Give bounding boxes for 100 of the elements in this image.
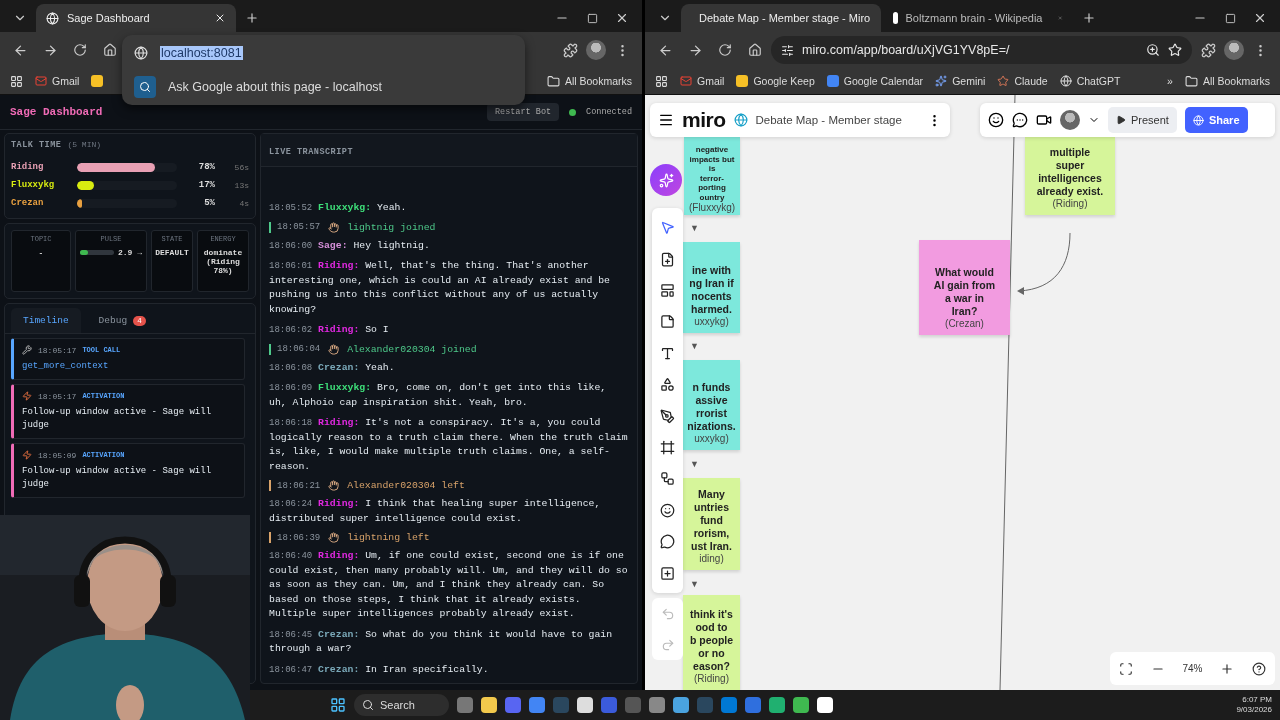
- apps-icon[interactable]: [10, 74, 23, 88]
- app-icon[interactable]: [481, 697, 497, 713]
- new-tab-icon[interactable]: [1082, 11, 1096, 25]
- tab-title: Boltzmann brain - Wikipedia: [905, 12, 1043, 24]
- profile-avatar[interactable]: [586, 40, 606, 60]
- board-title[interactable]: Debate Map - Member stage: [755, 114, 902, 126]
- bookmark-star-icon[interactable]: [1168, 43, 1182, 57]
- address-field[interactable]: miro.com/app/board/uXjVG1YV8pE=/: [771, 36, 1192, 64]
- zoom-in-icon[interactable]: [1220, 661, 1235, 676]
- collapse-marker[interactable]: ▼: [690, 459, 699, 469]
- collapse-marker[interactable]: ▼: [690, 223, 699, 233]
- whiteboard-canvas[interactable]: [645, 95, 1280, 690]
- app-icon[interactable]: [817, 697, 833, 713]
- close-icon[interactable]: [615, 11, 629, 25]
- app-icon[interactable]: [505, 697, 521, 713]
- browser-tab[interactable]: Debate Map - Member stage - Miro: [681, 4, 881, 32]
- app-icon[interactable]: [769, 697, 785, 713]
- template-icon[interactable]: [660, 283, 675, 298]
- maximize-icon[interactable]: [1224, 12, 1236, 24]
- sticky-note[interactable]: think it's ood to b people or no eason? (Riding): [683, 595, 740, 690]
- home-icon[interactable]: [103, 43, 117, 57]
- cursor-icon[interactable]: [660, 220, 675, 236]
- sticky-note[interactable]: multiple super intelligences already exist. (Riding): [1025, 137, 1115, 215]
- app-icon[interactable]: [649, 697, 665, 713]
- bookmark[interactable]: ChatGPT: [1059, 75, 1121, 87]
- extensions-icon[interactable]: [562, 42, 578, 58]
- app-icon[interactable]: [721, 697, 737, 713]
- back-icon[interactable]: [12, 42, 28, 58]
- windows-start-icon[interactable]: [330, 697, 346, 713]
- pen-icon[interactable]: [660, 408, 675, 424]
- camera-icon[interactable]: [1036, 112, 1052, 128]
- sticky-note[interactable]: What would AI gain from a war in Iran? (Crezan): [919, 240, 1010, 335]
- user-avatar[interactable]: [1060, 110, 1080, 130]
- folder-icon: [1184, 74, 1198, 88]
- maximize-icon[interactable]: [586, 12, 598, 24]
- text-icon[interactable]: [660, 345, 675, 361]
- sticker-icon[interactable]: [660, 502, 675, 518]
- forward-icon[interactable]: [687, 42, 703, 58]
- sticky-note[interactable]: negative impacts but is terror- porting ountry (Fluxxykg): [684, 137, 740, 215]
- frame-icon[interactable]: [660, 440, 675, 456]
- address-field[interactable]: localhost:8081: [160, 46, 243, 60]
- sticky-note[interactable]: Many untries fund rorism, ust Iran. iding): [683, 478, 740, 570]
- restart-button[interactable]: Restart Bot: [486, 103, 560, 121]
- comment-icon[interactable]: [660, 534, 675, 550]
- forward-icon[interactable]: [42, 42, 58, 58]
- suggestion-item[interactable]: Ask Google about this page - localhost: [168, 80, 383, 94]
- bookmark[interactable]: Gmail: [680, 75, 725, 87]
- back-icon[interactable]: [657, 42, 673, 58]
- bookmark[interactable]: Google Calendar: [826, 75, 924, 87]
- sticky-note[interactable]: ine with ng Iran if nocents harmed. uxxykg): [683, 242, 740, 333]
- bookmark[interactable]: Google Keep: [736, 75, 815, 87]
- present-button[interactable]: Present: [1108, 107, 1177, 133]
- sticky-note-icon[interactable]: [660, 314, 675, 330]
- close-icon[interactable]: [214, 12, 226, 24]
- new-tab-icon[interactable]: [245, 11, 259, 25]
- app-icon[interactable]: [793, 697, 809, 713]
- panel-tab[interactable]: Timeline: [11, 308, 81, 333]
- app-icon[interactable]: [457, 697, 473, 713]
- help-icon[interactable]: [1252, 661, 1267, 676]
- site-settings-icon[interactable]: [781, 43, 794, 57]
- menu-icon[interactable]: [658, 112, 674, 128]
- browser-tab[interactable]: Boltzmann brain - Wikipedia: [883, 4, 1073, 32]
- document-plus-icon[interactable]: [660, 251, 675, 267]
- bookmark[interactable]: Gemini: [935, 75, 986, 87]
- ai-sparkle-button[interactable]: [650, 164, 682, 196]
- bookmark[interactable]: Claude: [997, 75, 1048, 87]
- app-icon[interactable]: [529, 697, 545, 713]
- app-icon[interactable]: [745, 697, 761, 713]
- close-icon[interactable]: [1253, 11, 1267, 25]
- collapse-marker[interactable]: ▼: [690, 579, 699, 589]
- all-bookmarks-button[interactable]: All Bookmarks: [1184, 74, 1270, 88]
- reload-icon[interactable]: [73, 43, 87, 57]
- share-button[interactable]: Share: [1184, 107, 1248, 133]
- collapse-marker[interactable]: ▼: [690, 341, 699, 351]
- chat-icon[interactable]: [1012, 112, 1028, 128]
- shapes-icon[interactable]: [660, 377, 675, 393]
- event-time: 18:05:17: [38, 391, 77, 401]
- fit-icon[interactable]: [1118, 661, 1133, 676]
- note-icon: [736, 75, 749, 87]
- reactions-icon[interactable]: [988, 112, 1004, 128]
- zoom-icon[interactable]: [1146, 43, 1160, 57]
- reload-icon[interactable]: [718, 43, 732, 57]
- home-icon[interactable]: [748, 43, 762, 57]
- bookmark[interactable]: Gmail: [35, 75, 80, 87]
- connector-icon[interactable]: [660, 471, 675, 487]
- app-icon[interactable]: [577, 697, 593, 713]
- sticky-note[interactable]: n funds assive rrorist nizations. uxxykg): [683, 360, 740, 450]
- play-icon: [1116, 115, 1126, 125]
- search-field[interactable]: Search: [354, 694, 449, 716]
- apps-icon[interactable]: [655, 74, 668, 88]
- all-bookmarks-button[interactable]: All Bookmarks: [546, 74, 632, 88]
- profile-avatar[interactable]: [1224, 40, 1244, 60]
- more-bookmarks[interactable]: »: [1167, 75, 1173, 87]
- extensions-icon[interactable]: [1200, 42, 1216, 58]
- app-icon[interactable]: [673, 697, 689, 713]
- note-text: n funds assive rrorist nizations.: [687, 381, 736, 433]
- note-text: multiple super intelligences already exist.: [1036, 146, 1104, 198]
- browser-tab[interactable]: Sage Dashboard: [36, 4, 236, 32]
- note-author: (Fluxxykg): [688, 202, 736, 213]
- plus-icon[interactable]: [660, 565, 675, 581]
